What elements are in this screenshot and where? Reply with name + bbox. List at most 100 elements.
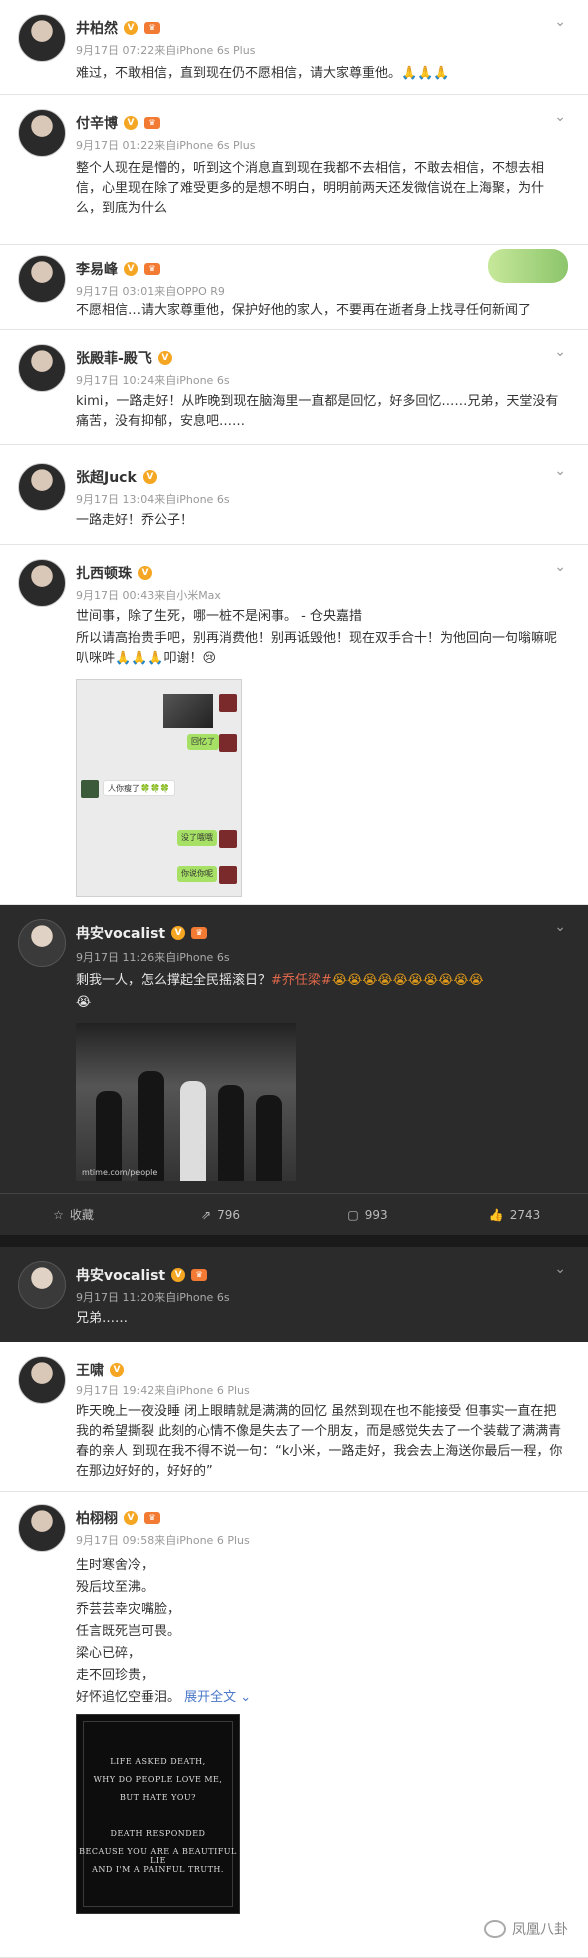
poem-line: 任言既死岂可畏。: [76, 1624, 181, 1639]
chevron-down-icon[interactable]: ⌄: [554, 919, 566, 935]
post-meta: 9月17日 11:20来自iPhone 6s: [76, 1291, 230, 1304]
avatar[interactable]: [18, 14, 66, 62]
hashtag-link[interactable]: #乔任梁#: [271, 973, 332, 988]
avatar[interactable]: [18, 1356, 66, 1404]
post-text: kimi，一路走好！从昨晚到现在脑海里一直都是回忆，好多回忆……兄弟，天堂没有痛…: [76, 394, 559, 429]
image-frame: [83, 1721, 233, 1907]
post-card: 扎西顿珠 V 9月17日 00:43来自小米Max ⌄ 世间事，除了生死，哪一桩…: [0, 545, 588, 905]
vip-crown-icon: ♛: [144, 117, 160, 129]
poem-line: 走不回珍贵，: [76, 1668, 155, 1683]
performer-figure: [180, 1081, 206, 1181]
user-name[interactable]: 付辛博: [76, 113, 118, 133]
user-name[interactable]: 王啸: [76, 1360, 104, 1380]
post-card: 张殿菲-殿飞 V 9月17日 10:24来自iPhone 6s ⌄ kimi，一…: [0, 330, 588, 445]
avatar[interactable]: [18, 559, 66, 607]
post-meta: 9月17日 00:43来自小米Max: [76, 589, 221, 602]
quote-image[interactable]: LIFE ASKED DEATH, WHY DO PEOPLE LOVE ME,…: [76, 1714, 240, 1914]
post-card: 冉安vocalist V ♛ 9月17日 11:20来自iPhone 6s ⌄ …: [0, 1247, 588, 1342]
user-name[interactable]: 李易峰: [76, 259, 118, 279]
phoenix-logo-icon: [484, 1920, 506, 1938]
chevron-down-icon[interactable]: ⌄: [554, 463, 566, 479]
verified-icon: V: [138, 566, 152, 580]
quote-line: LIFE ASKED DEATH,: [110, 1757, 206, 1766]
post-text: 整个人现在是懵的，听到这个消息直到现在我都不去相信，不敢去相信，不想去相信，心里…: [76, 161, 545, 216]
chevron-down-icon[interactable]: ⌄: [554, 1261, 566, 1277]
avatar[interactable]: [18, 1261, 66, 1309]
verified-icon: V: [171, 1268, 186, 1282]
verified-icon: V: [142, 470, 157, 484]
avatar[interactable]: [18, 109, 66, 157]
user-name[interactable]: 扎西顿珠: [76, 563, 132, 583]
verified-icon: V: [124, 1511, 138, 1525]
chat-bubble: 没了哦哦: [177, 830, 217, 846]
post-meta: 9月17日 07:22来自iPhone 6s Plus: [76, 44, 256, 57]
poem-line: 殁后坟至沸。: [76, 1580, 155, 1595]
vip-crown-icon: ♛: [191, 1269, 208, 1281]
post-card: 李易峰 V ♛ 9月17日 03:01来自OPPO R9 不愿相信…请大家尊重他…: [0, 245, 588, 330]
quote-line: DEATH RESPONDED: [110, 1829, 206, 1838]
chevron-down-icon[interactable]: ⌄: [554, 344, 566, 360]
post-text: 兄弟……: [76, 1311, 129, 1326]
quote-line: WHY DO PEOPLE LOVE ME,: [93, 1775, 223, 1784]
chat-bubble: 你说你呢: [177, 866, 217, 882]
avatar[interactable]: [18, 463, 66, 511]
chat-screenshot[interactable]: 回忆了 人你瘦了🍀🍀🍀 没了哦哦 你说你呢: [76, 679, 242, 897]
user-name[interactable]: 张超Juck: [76, 467, 137, 487]
avatar[interactable]: [18, 1504, 66, 1552]
quote-line: AND I'M A PAINFUL TRUTH.: [92, 1865, 224, 1874]
chat-avatar: [219, 866, 237, 884]
repost-icon: ⇗: [201, 1207, 212, 1222]
post-meta: 9月17日 10:24来自iPhone 6s: [76, 374, 230, 387]
vip-crown-icon: ♛: [144, 22, 160, 34]
post-text: 所以请高抬贵手吧，别再消费他！别再诋毁他！现在双手合十！为他回向一句嗡嘛呢叭咪吽…: [76, 631, 558, 666]
post-text-body: 剩我一人，怎么撑起全民摇滚日？: [76, 973, 272, 988]
post-text: 难过，不敢相信，直到现在仍不愿相信，请大家尊重他。🙏🙏🙏: [76, 66, 450, 81]
star-icon: ☆: [53, 1207, 64, 1222]
user-name[interactable]: 冉安vocalist: [76, 1265, 165, 1285]
chat-avatar: [219, 694, 237, 712]
user-name[interactable]: 井柏然: [76, 18, 118, 38]
chat-bubble: 回忆了: [187, 734, 219, 750]
poem-line: 好怀追忆空垂泪。 展开全文 ⌄: [76, 1690, 252, 1705]
post-text: 世间事，除了生死，哪一桩不是闲事。 - 仓央嘉措: [76, 609, 362, 624]
emoji-row: 😭: [76, 995, 92, 1010]
divider: [0, 1235, 588, 1247]
repost-button[interactable]: ⇗ 796: [147, 1194, 294, 1235]
verified-icon: V: [124, 21, 138, 35]
chevron-down-icon[interactable]: ⌄: [554, 109, 566, 125]
performer-figure: [256, 1095, 282, 1181]
expand-full-text-link[interactable]: 展开全文 ⌄: [184, 1690, 251, 1705]
post-text: 剩我一人，怎么撑起全民摇滚日？#乔任梁#😭😭😭😭😭😭😭😭😭😭: [76, 971, 566, 991]
post-card: 柏栩栩 V ♛ 9月17日 09:58来自iPhone 6 Plus 生时寒舍冷…: [0, 1492, 588, 1958]
avatar[interactable]: [18, 344, 66, 392]
favorite-button[interactable]: ☆ 收藏: [0, 1194, 147, 1235]
post-card: 付辛博 V ♛ 9月17日 01:22来自iPhone 6s Plus ⌄ 整个…: [0, 95, 588, 245]
chat-avatar: [219, 830, 237, 848]
avatar[interactable]: [18, 255, 66, 303]
verified-icon: V: [157, 351, 172, 365]
post-text: 昨天晚上一夜没睡 闭上眼睛就是满满的回忆 虽然到现在也不能接受 但事实一直在把我…: [76, 1404, 563, 1479]
concert-photo[interactable]: mtime.com/people: [76, 1023, 296, 1181]
user-name[interactable]: 张殿菲-殿飞: [76, 348, 152, 368]
avatar[interactable]: [18, 919, 66, 967]
user-name[interactable]: 柏栩栩: [76, 1508, 118, 1528]
chat-photo: [163, 694, 213, 728]
chevron-down-icon[interactable]: ⌄: [554, 14, 566, 30]
verified-icon: V: [110, 1363, 124, 1377]
post-meta: 9月17日 19:42来自iPhone 6 Plus: [76, 1384, 250, 1397]
like-button[interactable]: 👍 2743: [441, 1194, 588, 1235]
quote-line: BUT HATE YOU?: [120, 1793, 196, 1802]
post-text: 一路走好！乔公子！: [76, 513, 194, 528]
poem-line: 生时寒舍冷，: [76, 1558, 155, 1573]
vip-crown-icon: ♛: [144, 1512, 160, 1524]
post-card: 冉安vocalist V ♛ 9月17日 11:26来自iPhone 6s ⌄ …: [0, 905, 588, 1235]
user-name[interactable]: 冉安vocalist: [76, 923, 165, 943]
chat-avatar: [219, 734, 237, 752]
comment-button[interactable]: ▢ 993: [294, 1194, 441, 1235]
post-meta: 9月17日 09:58来自iPhone 6 Plus: [76, 1534, 250, 1547]
vip-crown-icon: ♛: [144, 263, 160, 275]
chevron-down-icon[interactable]: ⌄: [554, 559, 566, 575]
post-meta: 9月17日 03:01来自OPPO R9: [76, 285, 225, 298]
performer-figure: [218, 1085, 244, 1181]
post-meta: 9月17日 13:04来自iPhone 6s: [76, 493, 230, 506]
